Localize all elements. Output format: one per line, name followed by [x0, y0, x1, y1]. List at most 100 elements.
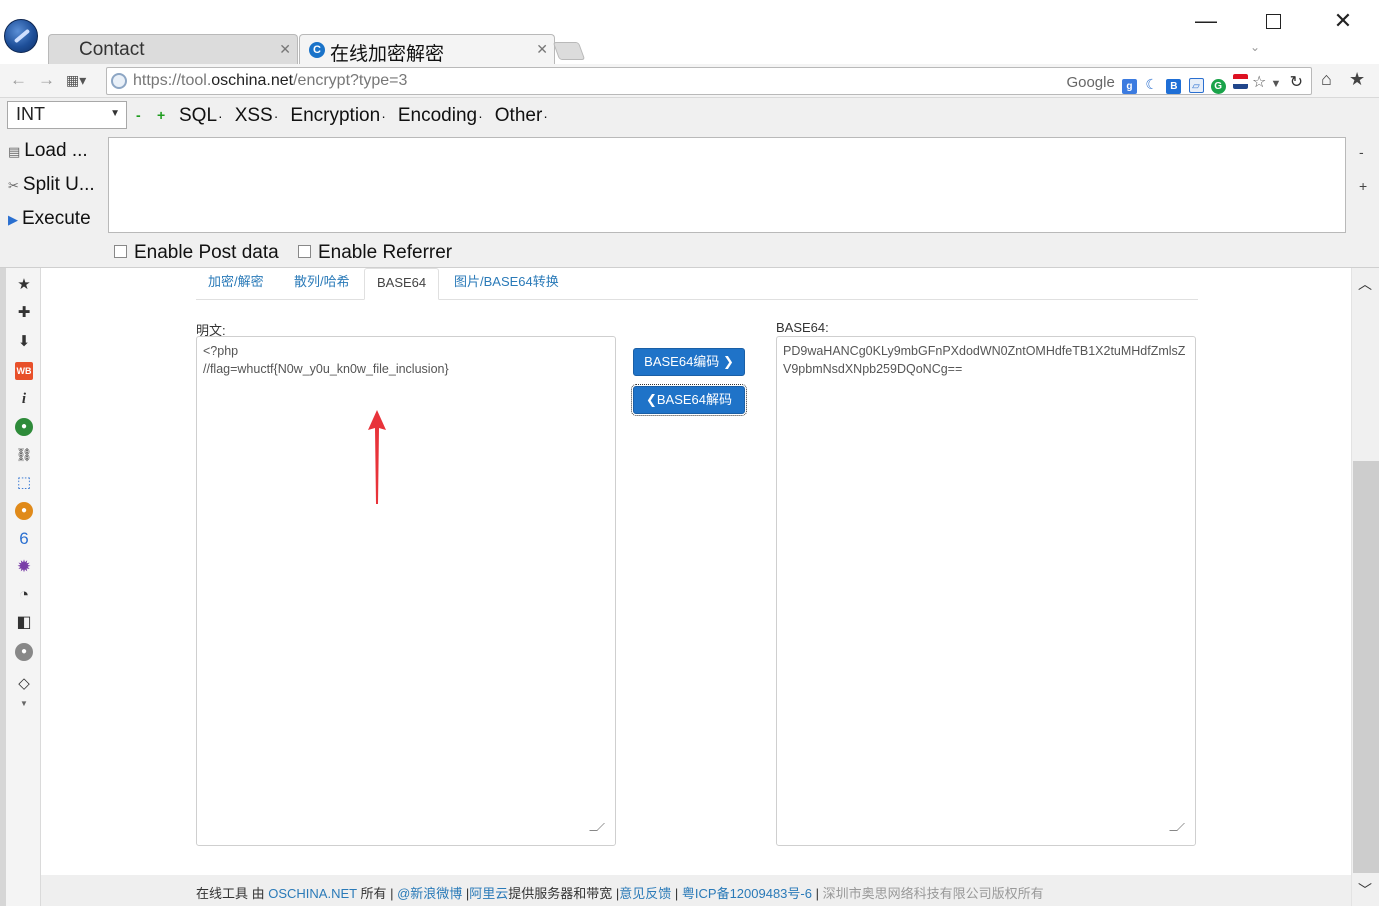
footer-weibo-link[interactable]: @新浪微博	[397, 886, 462, 901]
resize-grip-icon[interactable]	[1169, 823, 1185, 831]
left-toolbar-edge	[0, 268, 6, 906]
dropdown-chevron-down-icon[interactable]: ▼	[1271, 78, 1282, 90]
vertical-scrollbar[interactable]: ︿ ﹀	[1351, 268, 1379, 906]
hackbar-minus-button[interactable]: -	[136, 107, 141, 123]
link-chain-icon[interactable]: ⛓	[15, 446, 33, 464]
address-bar-extensions: Google g ☾ B ▱ G ☆ ▼ ↻	[1066, 72, 1303, 94]
footer-feedback-link[interactable]: 意见反馈	[619, 886, 671, 901]
split-url-button[interactable]: ✂ Split U...	[8, 174, 95, 196]
chevron-left-icon: ❮	[645, 392, 657, 407]
download-arrow-icon[interactable]: ⬇	[15, 333, 33, 351]
scroll-down-chevron-icon[interactable]: ﹀	[1358, 880, 1372, 900]
address-bar[interactable]: https://tool.oschina.net/encrypt?type=3 …	[106, 67, 1312, 95]
enable-post-checkbox[interactable]: Enable Post data	[114, 242, 279, 264]
tab-image-base64[interactable]: 图片/BASE64转换	[442, 268, 571, 300]
plaintext-textarea[interactable]: <?php //flag=whuctf{N0w_y0u_kn0w_file_in…	[196, 336, 616, 846]
tab-list-chevron-down-icon[interactable]: ⌄	[1250, 40, 1260, 54]
menu-encoding[interactable]: Encoding	[398, 105, 483, 126]
scroll-up-chevron-icon[interactable]: ︿	[1358, 274, 1372, 294]
green-globe-icon[interactable]: ●	[15, 418, 33, 436]
base64-label: BASE64:	[776, 320, 829, 335]
tab-encrypt-label: 在线加密解密	[330, 44, 445, 65]
gear-icon[interactable]: ✹	[15, 558, 33, 576]
bookmark-star-icon[interactable]: ★	[1349, 69, 1365, 90]
forward-arrow-icon[interactable]: →	[38, 70, 55, 90]
scrollbar-thumb[interactable]	[1353, 461, 1379, 873]
decode-button-label: BASE64解码	[656, 392, 733, 407]
footer-text-4: 提供服务器和带宽 |	[508, 886, 620, 901]
weibo-icon[interactable]: WB	[15, 362, 33, 380]
window-titlebar: Contact ✕ C 在线加密解密 ✕ ⌄ — ✕	[0, 0, 1379, 65]
toolbar-more-chevron-down-icon[interactable]: ▼	[15, 695, 33, 713]
textarea-grow-button[interactable]: +	[1359, 178, 1367, 194]
navigation-bar: ← → ▦▾ https://tool.oschina.net/encrypt?…	[0, 64, 1379, 98]
back-arrow-icon[interactable]: ←	[10, 70, 27, 90]
load-icon: ▤	[8, 144, 21, 159]
swirl-icon[interactable]: 6	[15, 530, 33, 548]
puzzle-icon[interactable]: ✚	[15, 304, 33, 322]
orange-bug-icon[interactable]: ●	[15, 502, 33, 520]
referrer-checkbox-box[interactable]	[298, 245, 311, 258]
enable-referrer-label: Enable Referrer	[318, 242, 453, 263]
tab-base64[interactable]: BASE64	[364, 268, 440, 300]
grey-globe-icon[interactable]: ●	[15, 643, 33, 661]
moon-icon[interactable]: ☾	[1144, 77, 1160, 92]
execute-button[interactable]: ▶ Execute	[8, 208, 91, 230]
resize-grip-icon[interactable]	[589, 823, 605, 831]
menu-grid-icon[interactable]: ▦▾	[66, 72, 86, 89]
info-icon[interactable]: i	[15, 390, 33, 408]
menu-xss[interactable]: XSS	[235, 105, 279, 126]
footer-text-6: |	[811, 886, 823, 901]
palette-icon[interactable]: ◔	[15, 586, 33, 604]
maximize-button[interactable]	[1253, 8, 1293, 35]
close-window-button[interactable]: ✕	[1323, 8, 1363, 34]
menu-encryption[interactable]: Encryption	[290, 105, 385, 126]
footer-oschina-link[interactable]: OSCHINA.NET	[268, 886, 357, 901]
textarea-shrink-button[interactable]: -	[1359, 144, 1364, 160]
menu-sql[interactable]: SQL	[179, 105, 223, 126]
star-icon[interactable]: ☆	[1252, 74, 1266, 91]
tag-icon[interactable]: ◇	[15, 675, 33, 693]
encode-button-label: BASE64编码	[644, 354, 720, 369]
reload-icon[interactable]: ↻	[1290, 74, 1303, 91]
tab-contact-close-icon[interactable]: ✕	[279, 41, 291, 58]
green-g-icon[interactable]: G	[1210, 79, 1226, 94]
footer-text-5: |	[671, 886, 682, 901]
layout-icon[interactable]: ◧	[15, 614, 33, 632]
load-url-button[interactable]: ▤ Load ...	[8, 140, 88, 162]
int-select[interactable]: INT ▼	[7, 101, 127, 129]
scissors-icon: ✂	[8, 178, 19, 193]
tab-encrypt-decrypt[interactable]: 加密/解密	[196, 268, 276, 300]
bing-icon[interactable]: B	[1166, 79, 1182, 94]
hackbar-panel: INT ▼ - + SQLXSSEncryptionEncodingOther …	[0, 98, 1379, 268]
base64-textarea[interactable]: PD9waHANCg0KLy9mbGFnPXdodWN0ZntOMHdfeTB1…	[776, 336, 1196, 846]
base64-encode-button[interactable]: BASE64编码 ❯	[633, 348, 745, 376]
search-engine-label[interactable]: Google	[1066, 74, 1114, 91]
post-checkbox-box[interactable]	[114, 245, 127, 258]
tab-encrypt-close-icon[interactable]: ✕	[536, 41, 548, 58]
chevron-right-icon: ❯	[722, 354, 734, 369]
footer-aliyun-link[interactable]: 阿里云	[469, 886, 508, 901]
menu-other[interactable]: Other	[495, 105, 548, 126]
cursor-select-icon[interactable]: ⬚	[15, 474, 33, 492]
footer-text: 在线工具 由 OSCHINA.NET 所有 | @新浪微博 | 阿里云提供服务器和…	[196, 883, 1044, 902]
footer-icp-link[interactable]: 粤ICP备12009483号-6	[682, 886, 812, 901]
browser-logo-icon[interactable]	[4, 19, 38, 53]
minimize-button[interactable]: —	[1186, 8, 1226, 34]
flag-icon[interactable]	[1232, 74, 1248, 89]
hackbar-url-input[interactable]	[108, 137, 1346, 233]
new-tab-button[interactable]	[552, 42, 586, 60]
favorites-star-icon[interactable]: ★	[15, 276, 33, 294]
image-icon[interactable]: ▱	[1188, 78, 1204, 93]
footer-copyright: 深圳市奥思网络科技有限公司版权所有	[822, 886, 1044, 901]
hackbar-plus-button[interactable]: +	[157, 107, 165, 123]
tab-hash[interactable]: 散列/哈希	[282, 268, 362, 300]
base64-decode-button[interactable]: ❮BASE64解码	[631, 384, 747, 416]
split-url-label: Split U...	[22, 174, 95, 195]
home-icon[interactable]: ⌂	[1321, 69, 1332, 90]
url-text[interactable]: https://tool.oschina.net/encrypt?type=3	[133, 72, 407, 90]
tab-encrypt[interactable]: C 在线加密解密 ✕	[299, 34, 555, 65]
enable-referrer-checkbox[interactable]: Enable Referrer	[298, 242, 452, 264]
google-icon[interactable]: g	[1121, 79, 1137, 94]
tab-contact[interactable]: Contact ✕	[48, 34, 298, 64]
